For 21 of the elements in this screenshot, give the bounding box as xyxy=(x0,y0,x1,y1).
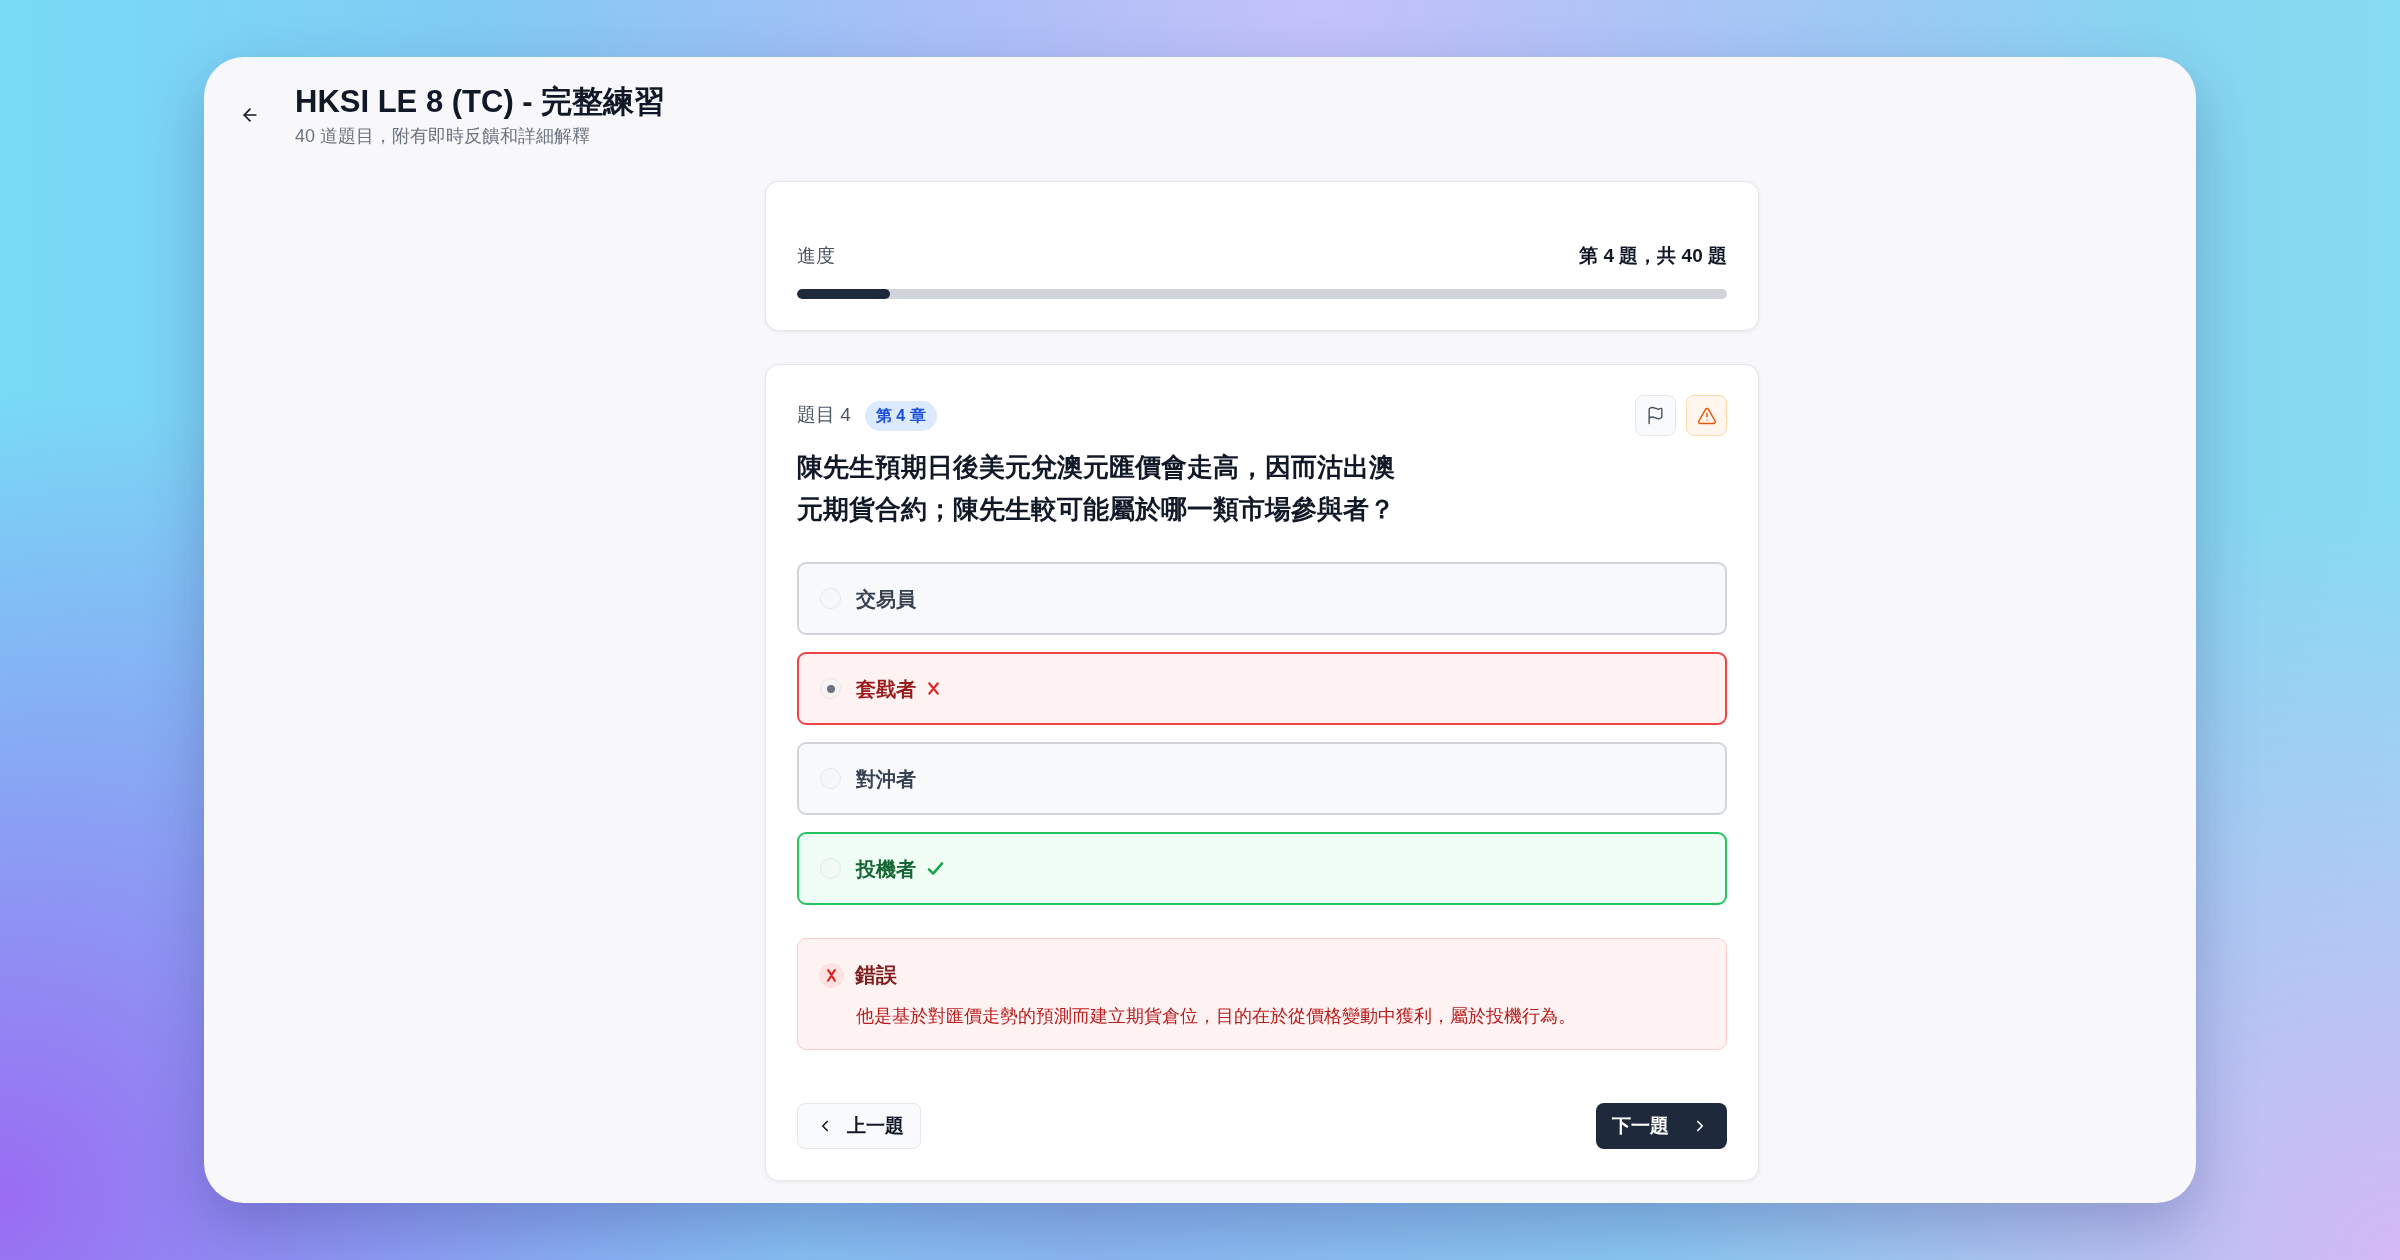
progress-label: 進度 xyxy=(797,243,835,268)
report-button[interactable] xyxy=(1686,395,1727,436)
check-icon xyxy=(927,861,944,876)
question-number: 題目 4 xyxy=(797,403,851,428)
warning-icon xyxy=(1696,405,1717,426)
flag-icon xyxy=(1646,406,1665,425)
page-title: HKSI LE 8 (TC) - 完整練習 xyxy=(295,83,666,120)
answer-option[interactable]: 對沖者 xyxy=(797,742,1727,815)
chapter-tag: 第 4 章 xyxy=(864,400,937,431)
answer-option[interactable]: 投機者 xyxy=(797,832,1727,905)
feedback-explanation: 他是基於對匯價走勢的預測而建立期貨倉位，目的在於從價格變動中獲利，屬於投機行為。 xyxy=(856,1005,1577,1028)
progress-count: 第 4 題，共 40 題 xyxy=(1579,243,1727,268)
next-button[interactable]: 下一題 xyxy=(1596,1103,1727,1149)
flag-button[interactable] xyxy=(1635,395,1676,436)
page-subtitle: 40 道題目，附有即時反饋和詳細解釋 xyxy=(295,125,592,148)
answer-option[interactable]: 交易員 xyxy=(797,562,1727,635)
cross-icon xyxy=(927,681,940,696)
answer-option[interactable]: 套戥者 xyxy=(797,652,1727,725)
question-text: 陳先生預期日後美元兌澳元匯價會走高，因而沽出澳元期貨合約；陳先生較可能屬於哪一類市場參與者？ xyxy=(797,451,1396,526)
previous-button[interactable]: 上一題 xyxy=(797,1103,921,1149)
feedback-title: 錯誤 xyxy=(855,962,897,989)
